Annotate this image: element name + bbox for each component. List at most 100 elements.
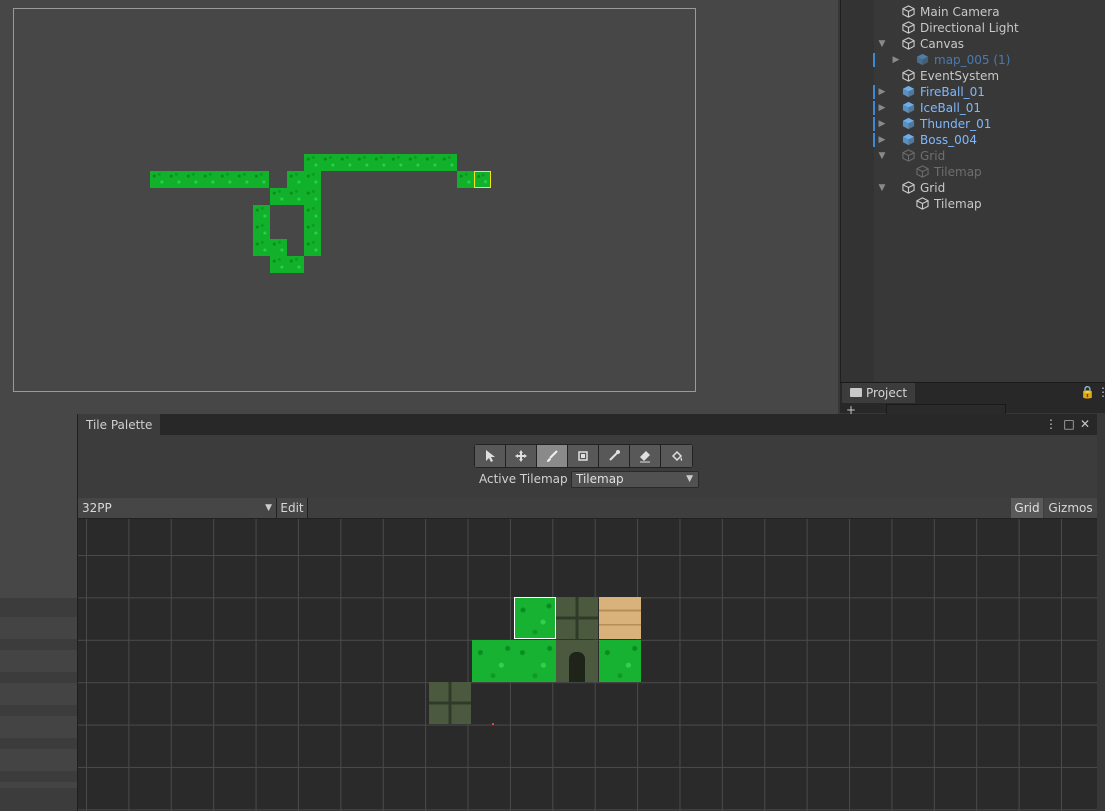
project-tab[interactable]: Project <box>842 383 916 403</box>
scene-tile[interactable] <box>201 171 218 188</box>
more-options-icon[interactable]: ⋮ <box>1096 385 1105 399</box>
hierarchy-item-label: EventSystem <box>920 69 1000 83</box>
folder-icon <box>850 388 862 397</box>
panel-row <box>0 617 78 639</box>
scene-tile[interactable] <box>389 154 406 171</box>
scene-tile[interactable] <box>235 171 252 188</box>
expanded-arrow-icon[interactable]: ▼ <box>877 36 887 52</box>
lock-icon[interactable]: 🔒 <box>1080 385 1095 399</box>
collapsed-arrow-icon[interactable]: ▶ <box>877 84 887 100</box>
grid-toggle-button[interactable]: Grid <box>1011 498 1043 518</box>
scene-tile[interactable] <box>304 154 321 171</box>
palette-tile-door[interactable] <box>556 640 598 682</box>
scene-tile[interactable] <box>304 171 321 188</box>
scene-tile[interactable] <box>167 171 184 188</box>
palette-tile-grass[interactable] <box>514 640 556 682</box>
hierarchy-item-label: Canvas <box>920 37 965 51</box>
scene-tile[interactable] <box>355 154 372 171</box>
box-fill-tool-button[interactable] <box>568 445 599 467</box>
hierarchy-item[interactable]: ▶ IceBall_01 <box>841 100 1105 116</box>
expanded-arrow-icon[interactable]: ▼ <box>877 180 887 196</box>
eraser-tool-button[interactable] <box>630 445 661 467</box>
hierarchy-item[interactable]: ▶ FireBall_01 <box>841 84 1105 100</box>
gizmos-toggle-button[interactable]: Gizmos <box>1044 498 1097 518</box>
scene-tile[interactable] <box>252 171 269 188</box>
scene-tile[interactable] <box>304 205 321 222</box>
maximize-icon[interactable]: □ <box>1062 417 1076 431</box>
gameobject-cube-icon <box>916 165 929 178</box>
hierarchy-panel[interactable]: Main Camera Directional Light ▼ Canvas ▶ map_… <box>840 0 1105 382</box>
palette-tile-stone[interactable] <box>556 597 598 639</box>
collapsed-arrow-icon[interactable]: ▶ <box>877 132 887 148</box>
hierarchy-item[interactable]: ▼ Canvas <box>841 36 1105 52</box>
palette-tile-grass[interactable] <box>599 640 641 682</box>
scene-tile[interactable] <box>406 154 423 171</box>
palette-grid[interactable] <box>78 519 1097 811</box>
scene-tile[interactable] <box>457 171 474 188</box>
hierarchy-item-label: Tilemap <box>934 165 982 179</box>
hierarchy-item-label: Directional Light <box>920 21 1019 35</box>
prefab-cube-icon <box>902 101 915 114</box>
move-tool-icon <box>515 450 527 462</box>
scene-tile[interactable] <box>321 154 338 171</box>
prefab-override-marker <box>873 85 875 99</box>
eraser-tool-icon <box>640 451 650 463</box>
scene-tile-selected[interactable] <box>474 171 491 188</box>
active-tilemap-dropdown[interactable]: Tilemap ▼ <box>571 471 699 488</box>
hierarchy-item[interactable]: ▼ Grid <box>841 180 1105 196</box>
hierarchy-item-label: map_005 (1) <box>934 53 1011 67</box>
hierarchy-item[interactable]: Tilemap <box>841 196 1105 212</box>
picker-tool-button[interactable] <box>599 445 630 467</box>
hierarchy-item[interactable]: EventSystem <box>841 68 1105 84</box>
scene-tile[interactable] <box>270 256 287 273</box>
scene-tile[interactable] <box>287 188 304 205</box>
fill-tool-button[interactable] <box>661 445 692 467</box>
hierarchy-item[interactable]: Directional Light <box>841 20 1105 36</box>
tile-palette-tab[interactable]: Tile Palette <box>78 414 161 435</box>
edit-button[interactable]: Edit <box>277 498 308 518</box>
hierarchy-item[interactable]: ▶ Boss_004 <box>841 132 1105 148</box>
palette-tile-grass-selected[interactable] <box>514 597 556 639</box>
close-icon[interactable]: ✕ <box>1078 417 1092 431</box>
scene-tile[interactable] <box>270 239 287 256</box>
scene-tile[interactable] <box>150 171 167 188</box>
gameobject-cube-icon <box>916 197 929 210</box>
palette-dropdown[interactable]: 32PP ▼ <box>78 498 277 518</box>
collapsed-arrow-icon[interactable]: ▶ <box>877 100 887 116</box>
chevron-down-icon: ▼ <box>265 503 272 513</box>
hierarchy-item-label: IceBall_01 <box>920 101 982 115</box>
scene-tile[interactable] <box>253 205 270 222</box>
expanded-arrow-icon[interactable]: ▼ <box>877 148 887 164</box>
hierarchy-item[interactable]: ▶ Thunder_01 <box>841 116 1105 132</box>
brush-tool-button[interactable] <box>537 445 568 467</box>
move-tool-button[interactable] <box>506 445 537 467</box>
palette-tile-sand[interactable] <box>599 597 641 639</box>
scene-tile[interactable] <box>253 222 270 239</box>
hierarchy-item-label: Tilemap <box>934 197 982 211</box>
scene-tile[interactable] <box>253 239 270 256</box>
scene-tile[interactable] <box>372 154 389 171</box>
select-tool-button[interactable] <box>475 445 506 467</box>
scene-tile[interactable] <box>304 239 321 256</box>
panel-row <box>0 650 78 672</box>
palette-tile-grass[interactable] <box>472 640 514 682</box>
scene-tile[interactable] <box>184 171 201 188</box>
scene-tile[interactable] <box>423 154 440 171</box>
collapsed-arrow-icon[interactable]: ▶ <box>877 116 887 132</box>
hierarchy-item[interactable]: Main Camera <box>841 4 1105 20</box>
scene-tile[interactable] <box>287 171 304 188</box>
palette-tile-stone[interactable] <box>429 682 471 724</box>
hierarchy-item[interactable]: ▶ map_005 (1) <box>841 52 1105 68</box>
scene-tile[interactable] <box>287 256 304 273</box>
scene-tile[interactable] <box>218 171 235 188</box>
scene-tile[interactable] <box>338 154 355 171</box>
hierarchy-item[interactable]: ▼ Grid <box>841 148 1105 164</box>
scene-tile[interactable] <box>440 154 457 171</box>
hierarchy-item[interactable]: Tilemap <box>841 164 1105 180</box>
more-options-icon[interactable]: ⋮ <box>1044 417 1058 431</box>
collapsed-arrow-icon[interactable]: ▶ <box>891 52 901 68</box>
scene-tile[interactable] <box>270 188 287 205</box>
scene-tile[interactable] <box>304 188 321 205</box>
scene-tile[interactable] <box>304 222 321 239</box>
panel-row <box>0 716 78 738</box>
